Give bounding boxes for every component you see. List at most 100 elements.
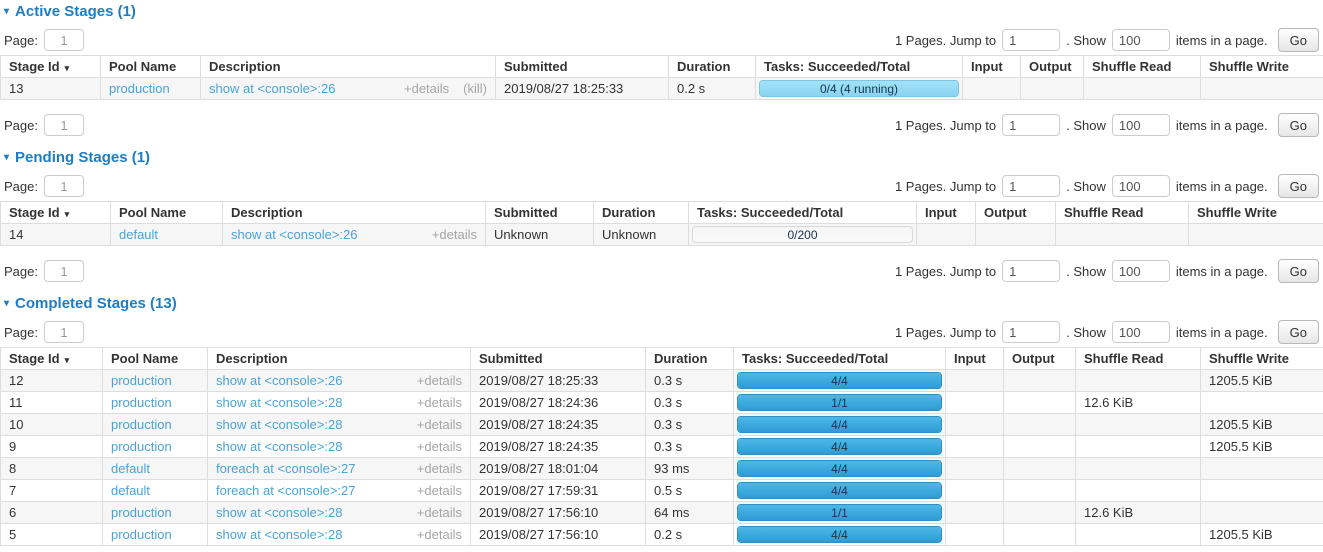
- duration-cell: 64 ms: [646, 502, 734, 524]
- progress-label: 1/1: [738, 395, 941, 410]
- details-toggle[interactable]: +details: [417, 395, 462, 410]
- col-header-label: Input: [954, 351, 986, 366]
- jump-to-input[interactable]: [1002, 29, 1060, 51]
- page-number-input[interactable]: [44, 175, 84, 197]
- col-header-tasks-succeeded-total[interactable]: Tasks: Succeeded/Total: [689, 202, 917, 224]
- details-toggle[interactable]: +details: [417, 483, 462, 498]
- section-heading-completed[interactable]: ▾Completed Stages (13): [0, 294, 1323, 313]
- pool-name-link[interactable]: production: [111, 505, 172, 520]
- go-button[interactable]: Go: [1278, 28, 1319, 52]
- col-header-output[interactable]: Output: [1004, 348, 1076, 370]
- kill-link[interactable]: (kill): [463, 81, 487, 96]
- progress-label: 1/1: [738, 505, 941, 520]
- section-heading-active[interactable]: ▾Active Stages (1): [0, 2, 1323, 21]
- col-header-shuffle-read[interactable]: Shuffle Read: [1056, 202, 1189, 224]
- details-toggle[interactable]: +details: [417, 527, 462, 542]
- section-title: Active Stages (1): [15, 2, 136, 21]
- stage-description-link[interactable]: show at <console>:28: [216, 417, 342, 432]
- description-inner: show at <console>:26 +details: [231, 227, 477, 242]
- col-header-output[interactable]: Output: [976, 202, 1056, 224]
- col-header-output[interactable]: Output: [1021, 56, 1084, 78]
- col-header-pool-name[interactable]: Pool Name: [103, 348, 208, 370]
- show-count-input[interactable]: [1112, 29, 1170, 51]
- show-count-input[interactable]: [1112, 260, 1170, 282]
- col-header-input[interactable]: Input: [963, 56, 1021, 78]
- pool-name-link[interactable]: production: [111, 395, 172, 410]
- progress-label: 4/4: [738, 417, 941, 432]
- details-toggle[interactable]: +details: [404, 81, 449, 96]
- section-heading-pending[interactable]: ▾Pending Stages (1): [0, 148, 1323, 167]
- stage-description-link[interactable]: show at <console>:28: [216, 395, 342, 410]
- show-count-input[interactable]: [1112, 321, 1170, 343]
- details-toggle[interactable]: +details: [417, 505, 462, 520]
- col-header-submitted[interactable]: Submitted: [486, 202, 594, 224]
- col-header-description[interactable]: Description: [208, 348, 471, 370]
- page-number-input[interactable]: [44, 29, 84, 51]
- col-header-shuffle-read[interactable]: Shuffle Read: [1076, 348, 1201, 370]
- stage-description-link[interactable]: show at <console>:28: [216, 505, 342, 520]
- col-header-stage-id[interactable]: Stage Id▾: [1, 348, 103, 370]
- stage-description-link[interactable]: show at <console>:26: [209, 81, 335, 96]
- pool-name-link[interactable]: production: [111, 373, 172, 388]
- col-header-stage-id[interactable]: Stage Id▾: [1, 202, 111, 224]
- page-selector: Page:: [4, 321, 84, 343]
- details-toggle[interactable]: +details: [432, 227, 477, 242]
- go-button[interactable]: Go: [1278, 113, 1319, 137]
- col-header-shuffle-write[interactable]: Shuffle Write: [1201, 56, 1323, 78]
- pool-name-link[interactable]: production: [109, 81, 170, 96]
- shuffle-read-cell: [1084, 78, 1201, 100]
- description-inner: show at <console>:28 +details: [216, 439, 462, 454]
- pool-name-link[interactable]: default: [119, 227, 158, 242]
- details-toggle[interactable]: +details: [417, 461, 462, 476]
- col-header-stage-id[interactable]: Stage Id▾: [1, 56, 101, 78]
- jump-to-input[interactable]: [1002, 114, 1060, 136]
- stage-description-link[interactable]: foreach at <console>:27: [216, 483, 356, 498]
- pool-name-link[interactable]: production: [111, 527, 172, 542]
- jump-to-input[interactable]: [1002, 260, 1060, 282]
- page-number-input[interactable]: [44, 114, 84, 136]
- col-header-description[interactable]: Description: [201, 56, 496, 78]
- page-number-input[interactable]: [44, 321, 84, 343]
- progress-label: 0/200: [693, 227, 912, 242]
- pool-name-link[interactable]: production: [111, 439, 172, 454]
- col-header-pool-name[interactable]: Pool Name: [111, 202, 223, 224]
- stage-description-link[interactable]: show at <console>:26: [216, 373, 342, 388]
- go-button[interactable]: Go: [1278, 174, 1319, 198]
- page-number-input[interactable]: [44, 260, 84, 282]
- stage-description-link[interactable]: foreach at <console>:27: [216, 461, 356, 476]
- col-header-duration[interactable]: Duration: [594, 202, 689, 224]
- stage-description-link[interactable]: show at <console>:28: [216, 527, 342, 542]
- go-button[interactable]: Go: [1278, 259, 1319, 283]
- go-button[interactable]: Go: [1278, 320, 1319, 344]
- col-header-input[interactable]: Input: [917, 202, 976, 224]
- pool-name-link[interactable]: production: [111, 417, 172, 432]
- col-header-shuffle-write[interactable]: Shuffle Write: [1189, 202, 1323, 224]
- stage-description-link[interactable]: show at <console>:28: [216, 439, 342, 454]
- show-count-input[interactable]: [1112, 114, 1170, 136]
- col-header-submitted[interactable]: Submitted: [471, 348, 646, 370]
- pool-name-cell: production: [101, 78, 201, 100]
- col-header-label: Stage Id: [9, 351, 60, 366]
- col-header-shuffle-read[interactable]: Shuffle Read: [1084, 56, 1201, 78]
- col-header-label: Pool Name: [119, 205, 186, 220]
- col-header-description[interactable]: Description: [223, 202, 486, 224]
- pool-name-link[interactable]: default: [111, 461, 150, 476]
- page-selector: Page:: [4, 175, 84, 197]
- show-count-input[interactable]: [1112, 175, 1170, 197]
- details-toggle[interactable]: +details: [417, 439, 462, 454]
- details-toggle[interactable]: +details: [417, 417, 462, 432]
- details-toggle[interactable]: +details: [417, 373, 462, 388]
- pool-name-link[interactable]: default: [111, 483, 150, 498]
- col-header-duration[interactable]: Duration: [669, 56, 756, 78]
- col-header-submitted[interactable]: Submitted: [496, 56, 669, 78]
- stage-description-link[interactable]: show at <console>:26: [231, 227, 357, 242]
- jump-to-input[interactable]: [1002, 175, 1060, 197]
- col-header-shuffle-write[interactable]: Shuffle Write: [1201, 348, 1323, 370]
- output-cell: [1004, 524, 1076, 546]
- col-header-pool-name[interactable]: Pool Name: [101, 56, 201, 78]
- jump-to-input[interactable]: [1002, 321, 1060, 343]
- col-header-tasks-succeeded-total[interactable]: Tasks: Succeeded/Total: [734, 348, 946, 370]
- col-header-duration[interactable]: Duration: [646, 348, 734, 370]
- col-header-input[interactable]: Input: [946, 348, 1004, 370]
- col-header-tasks-succeeded-total[interactable]: Tasks: Succeeded/Total: [756, 56, 963, 78]
